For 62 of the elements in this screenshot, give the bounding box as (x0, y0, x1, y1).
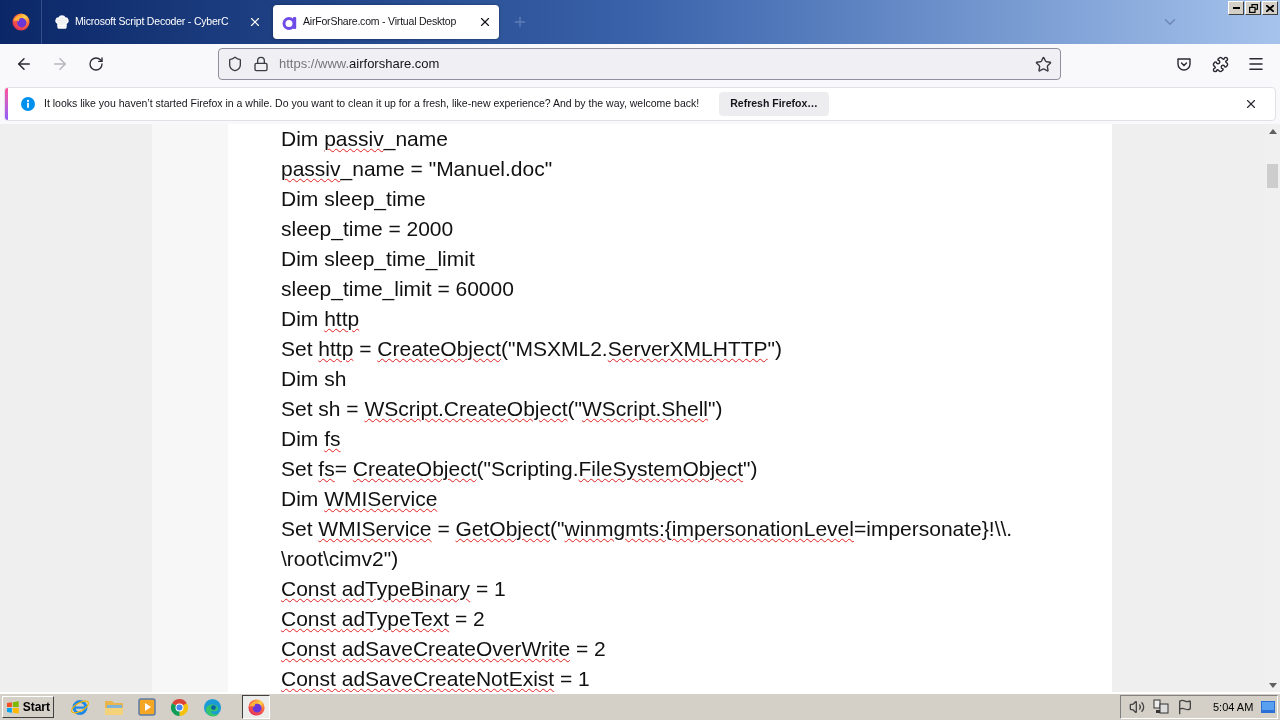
forward-arrow-icon (51, 55, 69, 73)
minimize-icon (1232, 7, 1240, 9)
firefox-task-button[interactable] (242, 695, 270, 719)
bookmark-star-icon[interactable] (1035, 55, 1052, 73)
notification-message: It looks like you haven’t started Firefox in a while. Do you want to clean it up for a fresh, like-new experience? And by the way, welcome back! (44, 96, 700, 112)
close-icon (248, 15, 262, 29)
code-line: \root\cimv2") (281, 546, 399, 572)
code-line: Const adSaveCreateOverWrite = 2 (281, 636, 606, 662)
browser-tab[interactable]: AirForShare.com - Virtual Desktop (273, 5, 499, 39)
code-line: Set fs= CreateObject("Scripting.FileSystemObject") (281, 456, 758, 482)
site-favicon-icon (282, 14, 298, 30)
media-player-icon[interactable] (138, 698, 156, 716)
clock[interactable]: 5:04 AM (1213, 698, 1254, 716)
url-text: https://www.airforshare.com (279, 55, 440, 74)
code-line: Const adSaveCreateNotExist = 1 (281, 666, 590, 692)
minimize-button[interactable] (1228, 1, 1244, 15)
close-icon (478, 15, 492, 29)
windows-flag-icon (6, 700, 20, 714)
refresh-firefox-button[interactable]: Refresh Firefox… (719, 92, 829, 116)
code-line: sleep_time_limit = 60000 (281, 276, 514, 303)
close-icon (1244, 97, 1258, 111)
menu-icon (1247, 55, 1265, 73)
firefox-logo-icon (11, 13, 30, 31)
code-line: Dim http (281, 306, 360, 332)
network-icon[interactable] (1153, 699, 1169, 715)
start-button[interactable]: Start (2, 696, 54, 718)
code-line: Const adTypeBinary = 1 (281, 576, 506, 602)
restore-icon (1248, 3, 1258, 13)
code-line: Dim sleep_time (281, 186, 426, 213)
code-line: Set WMIService = GetObject("winmgmts:{impersonationLevel=impersonate}!\\. (281, 516, 1013, 542)
firefox-logo-icon (247, 698, 265, 716)
scrollbar-thumb[interactable] (1267, 164, 1278, 188)
info-icon (21, 97, 35, 111)
code-line: Dim WMIService (281, 486, 438, 512)
restore-button[interactable] (1245, 1, 1261, 15)
browser-tab[interactable]: Microsoft Script Decoder - CyberC (45, 5, 269, 39)
desktop-icon[interactable] (1261, 700, 1275, 714)
chef-hat-icon (54, 14, 70, 30)
plus-icon (512, 14, 528, 30)
close-button[interactable] (1262, 1, 1278, 15)
code-line: Dim sh (281, 366, 347, 392)
code-line: Dim sleep_time_limit (281, 246, 475, 273)
flag-icon[interactable] (1177, 699, 1193, 715)
scroll-up-arrow-icon[interactable] (1268, 129, 1277, 134)
lock-icon (253, 56, 269, 72)
puzzle-piece-icon (1211, 55, 1229, 73)
code-line: Set sh = WScript.CreateObject("WScript.Shell") (281, 396, 723, 422)
reload-icon (88, 56, 104, 72)
code-line: Dim passiv_name (281, 126, 448, 153)
code-line: sleep_time = 2000 (281, 216, 454, 243)
speaker-icon[interactable] (1129, 699, 1145, 715)
close-icon (1266, 4, 1274, 12)
chrome-icon[interactable] (170, 697, 189, 717)
code-line: Set http = CreateObject("MSXML2.ServerXMLHTTP") (281, 336, 782, 362)
address-bar[interactable]: https://www.airforshare.com (218, 48, 1061, 80)
shield-icon (227, 56, 243, 72)
code-line: passiv_name = "Manuel.doc" (281, 156, 553, 183)
code-line: Dim fs (281, 426, 341, 452)
code-line: Const adTypeText = 2 (281, 606, 485, 632)
scroll-down-arrow-icon[interactable] (1268, 683, 1277, 688)
pocket-icon (1176, 56, 1192, 72)
swirl-browser-icon[interactable] (203, 697, 222, 717)
